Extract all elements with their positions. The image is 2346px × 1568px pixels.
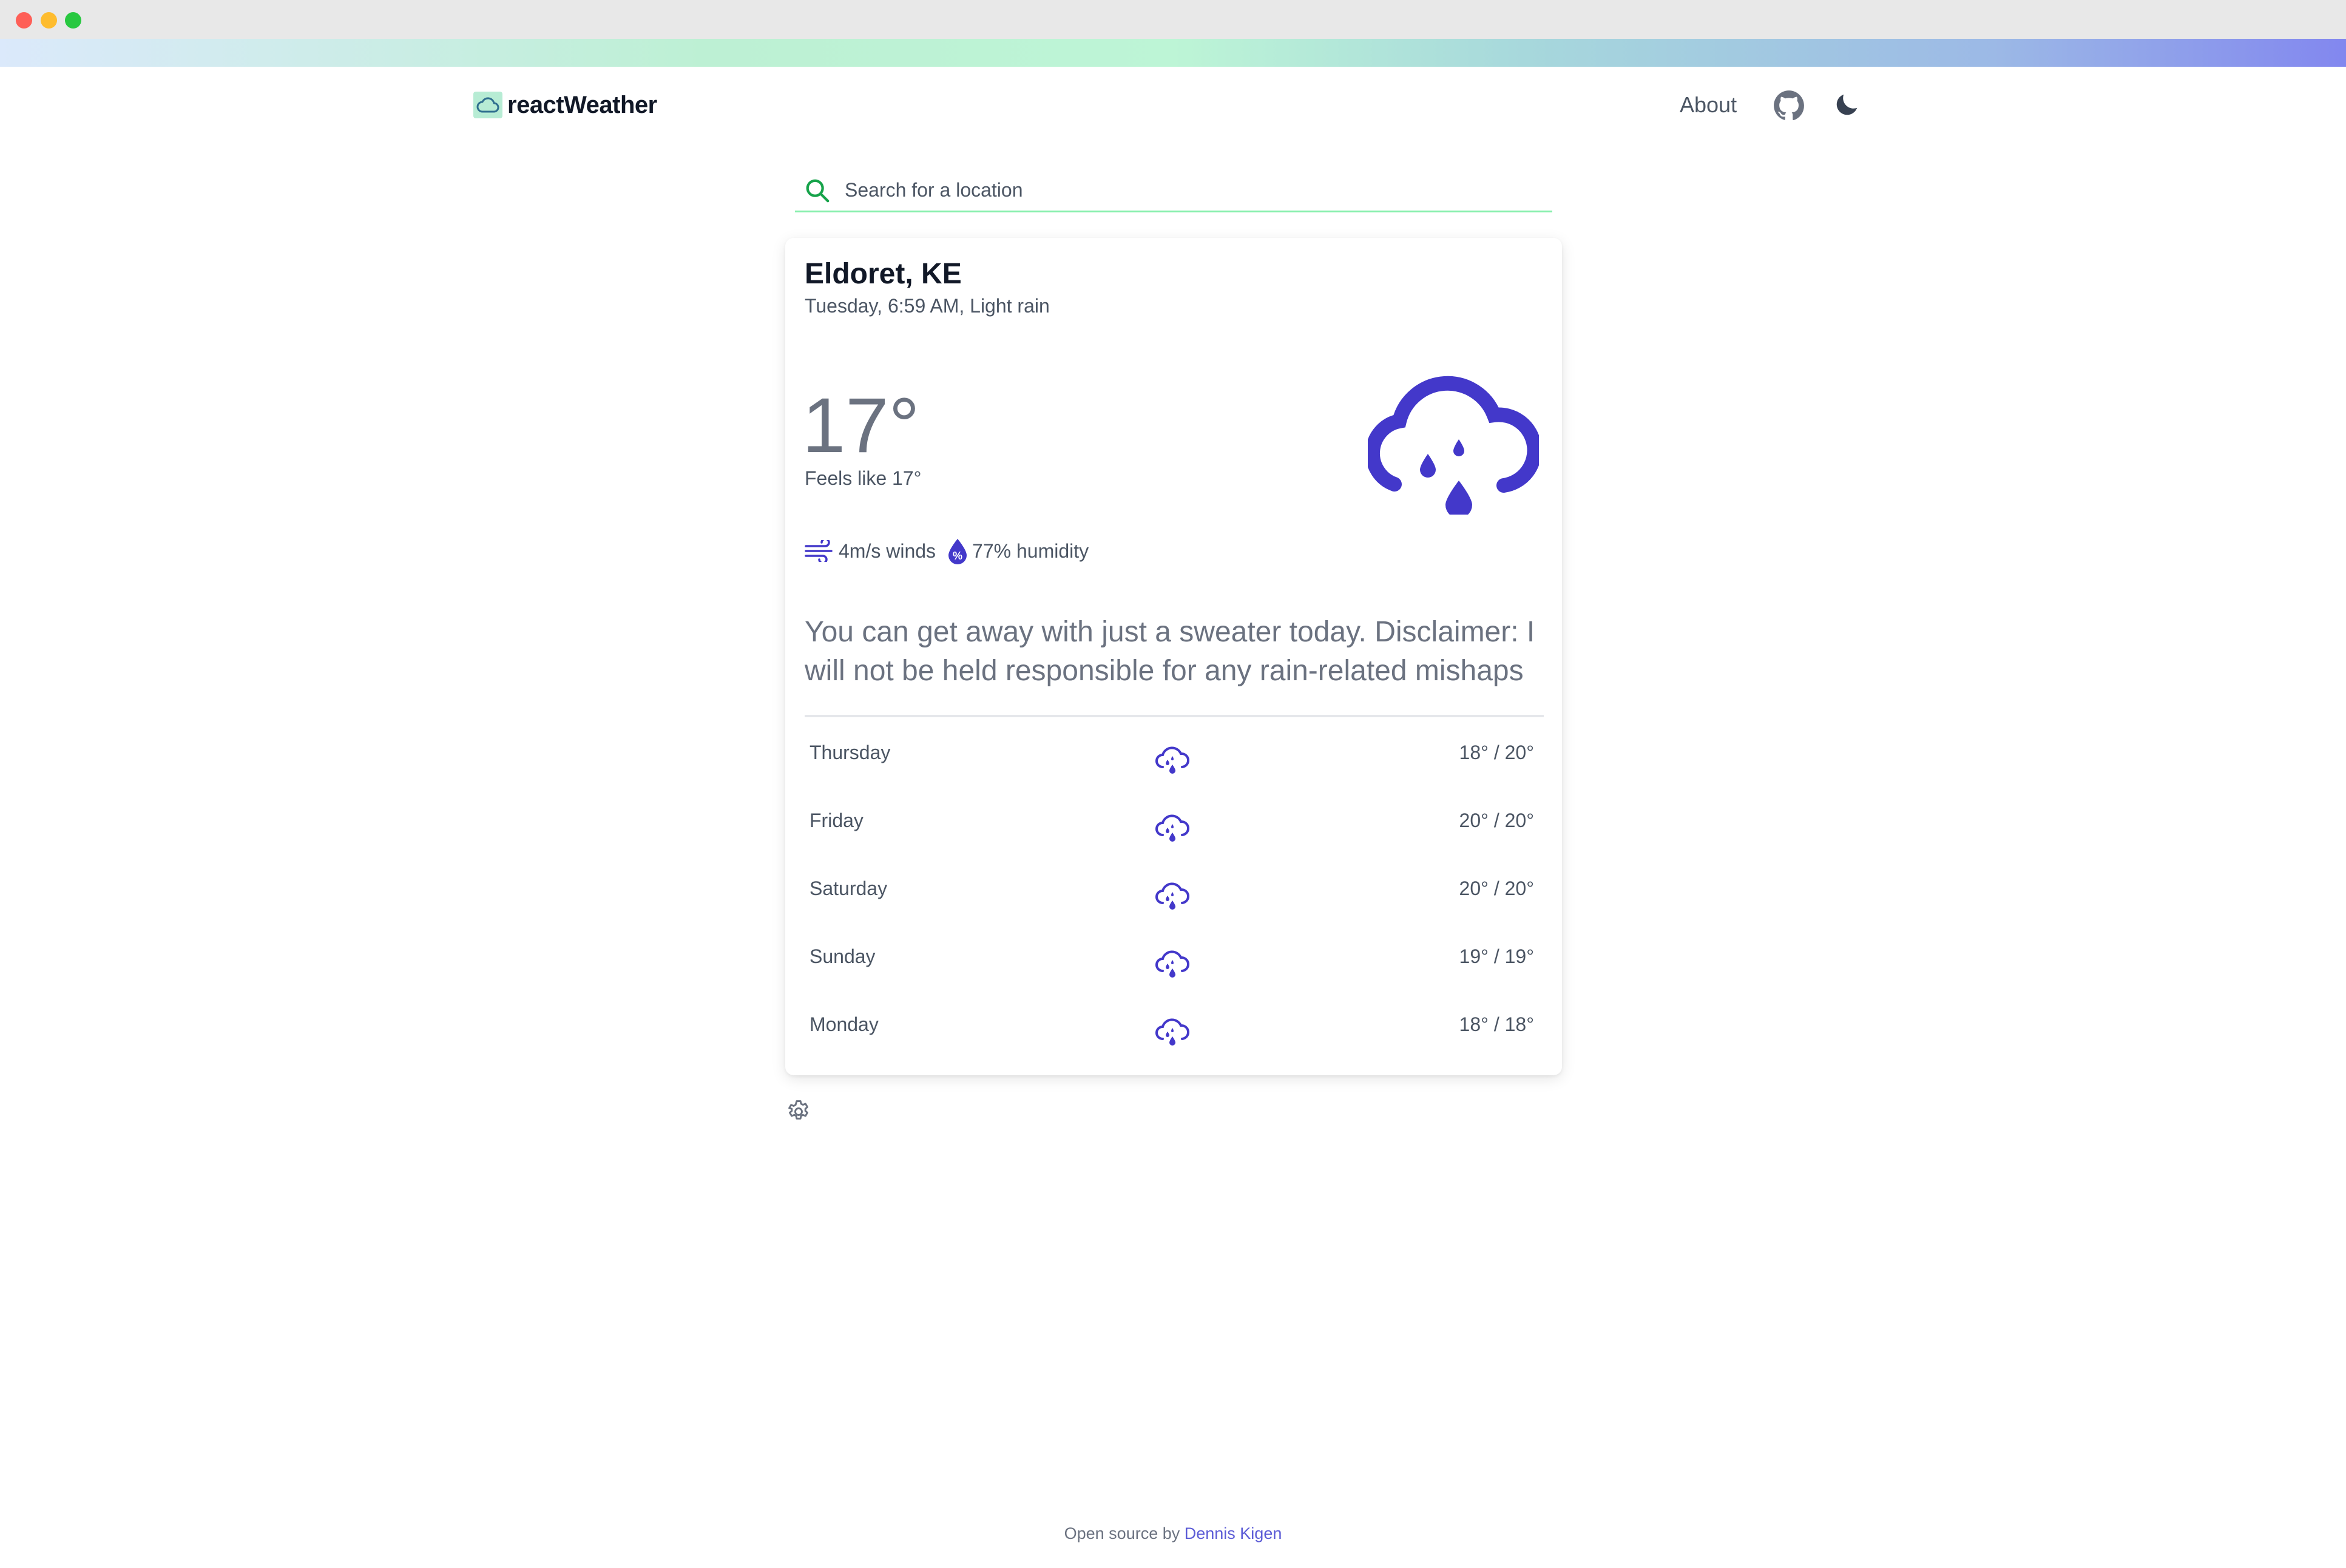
cloud-rain-icon — [1365, 373, 1542, 518]
window-titlebar — [0, 0, 2346, 39]
wind-icon — [805, 538, 835, 564]
github-icon[interactable] — [1773, 90, 1805, 121]
forecast-row: Monday 18° / 18° — [805, 1001, 1539, 1069]
window-maximize-button[interactable] — [65, 12, 81, 29]
footer: Open source by Dennis Kigen — [0, 1524, 2346, 1543]
forecast-temps: 20° / 20° — [1459, 877, 1534, 899]
current-temperature: 17° — [802, 382, 920, 469]
cloud-rain-icon — [1155, 744, 1190, 776]
forecast-row: Sunday 19° / 19° — [805, 933, 1539, 1001]
forecast-temps: 18° / 20° — [1459, 742, 1534, 763]
forecast-temps: 18° / 18° — [1459, 1013, 1534, 1035]
advice-text: You can get away with just a sweater tod… — [805, 616, 1535, 687]
forecast-day: Sunday — [810, 945, 876, 967]
cloud-rain-icon — [1155, 812, 1190, 843]
weather-stats: 4m/s winds % 77% humidity — [805, 538, 1089, 564]
feels-like-text: Feels like 17° — [805, 467, 922, 489]
cloud-rain-icon — [1155, 948, 1190, 979]
location-title: Eldoret, KE — [805, 258, 962, 290]
search-bar — [795, 170, 1552, 212]
cloud-logo-icon — [473, 92, 502, 118]
forecast-list: Thursday 18° / 20° Friday 20° / 20° Satu… — [805, 729, 1539, 1069]
forecast-row: Thursday 18° / 20° — [805, 729, 1539, 797]
search-icon — [803, 177, 831, 204]
footer-prefix: Open source by — [1064, 1524, 1185, 1543]
forecast-row: Friday 20° / 20° — [805, 797, 1539, 865]
forecast-day: Saturday — [810, 877, 888, 899]
window-minimize-button[interactable] — [41, 12, 57, 29]
forecast-temps: 20° / 20° — [1459, 809, 1534, 831]
header-gradient-bar — [0, 39, 2346, 67]
cloud-rain-icon — [1155, 880, 1190, 911]
date-condition-text: Tuesday, 6:59 AM, Light rain — [805, 295, 1050, 317]
gear-icon[interactable] — [785, 1098, 812, 1125]
humidity-text: 77% humidity — [972, 539, 1089, 562]
nav-about-link[interactable]: About — [1680, 91, 1737, 119]
app-logo[interactable]: reactWeather — [473, 91, 657, 119]
forecast-day: Thursday — [810, 742, 891, 763]
forecast-day: Friday — [810, 809, 864, 831]
card-divider — [805, 715, 1544, 717]
forecast-row: Saturday 20° / 20° — [805, 865, 1539, 933]
wind-text: 4m/s winds — [839, 539, 936, 562]
weather-card: Eldoret, KE Tuesday, 6:59 AM, Light rain… — [785, 238, 1562, 1075]
cloud-rain-icon — [1155, 1016, 1190, 1047]
svg-text:%: % — [953, 550, 962, 562]
forecast-day: Monday — [810, 1013, 879, 1035]
forecast-temps: 19° / 19° — [1459, 945, 1534, 967]
humidity-icon: % — [947, 538, 968, 564]
search-input[interactable] — [843, 178, 1513, 202]
moon-icon[interactable] — [1833, 91, 1861, 119]
window-close-button[interactable] — [16, 12, 32, 29]
logo-text: reactWeather — [507, 91, 657, 118]
footer-author-link[interactable]: Dennis Kigen — [1185, 1524, 1282, 1543]
